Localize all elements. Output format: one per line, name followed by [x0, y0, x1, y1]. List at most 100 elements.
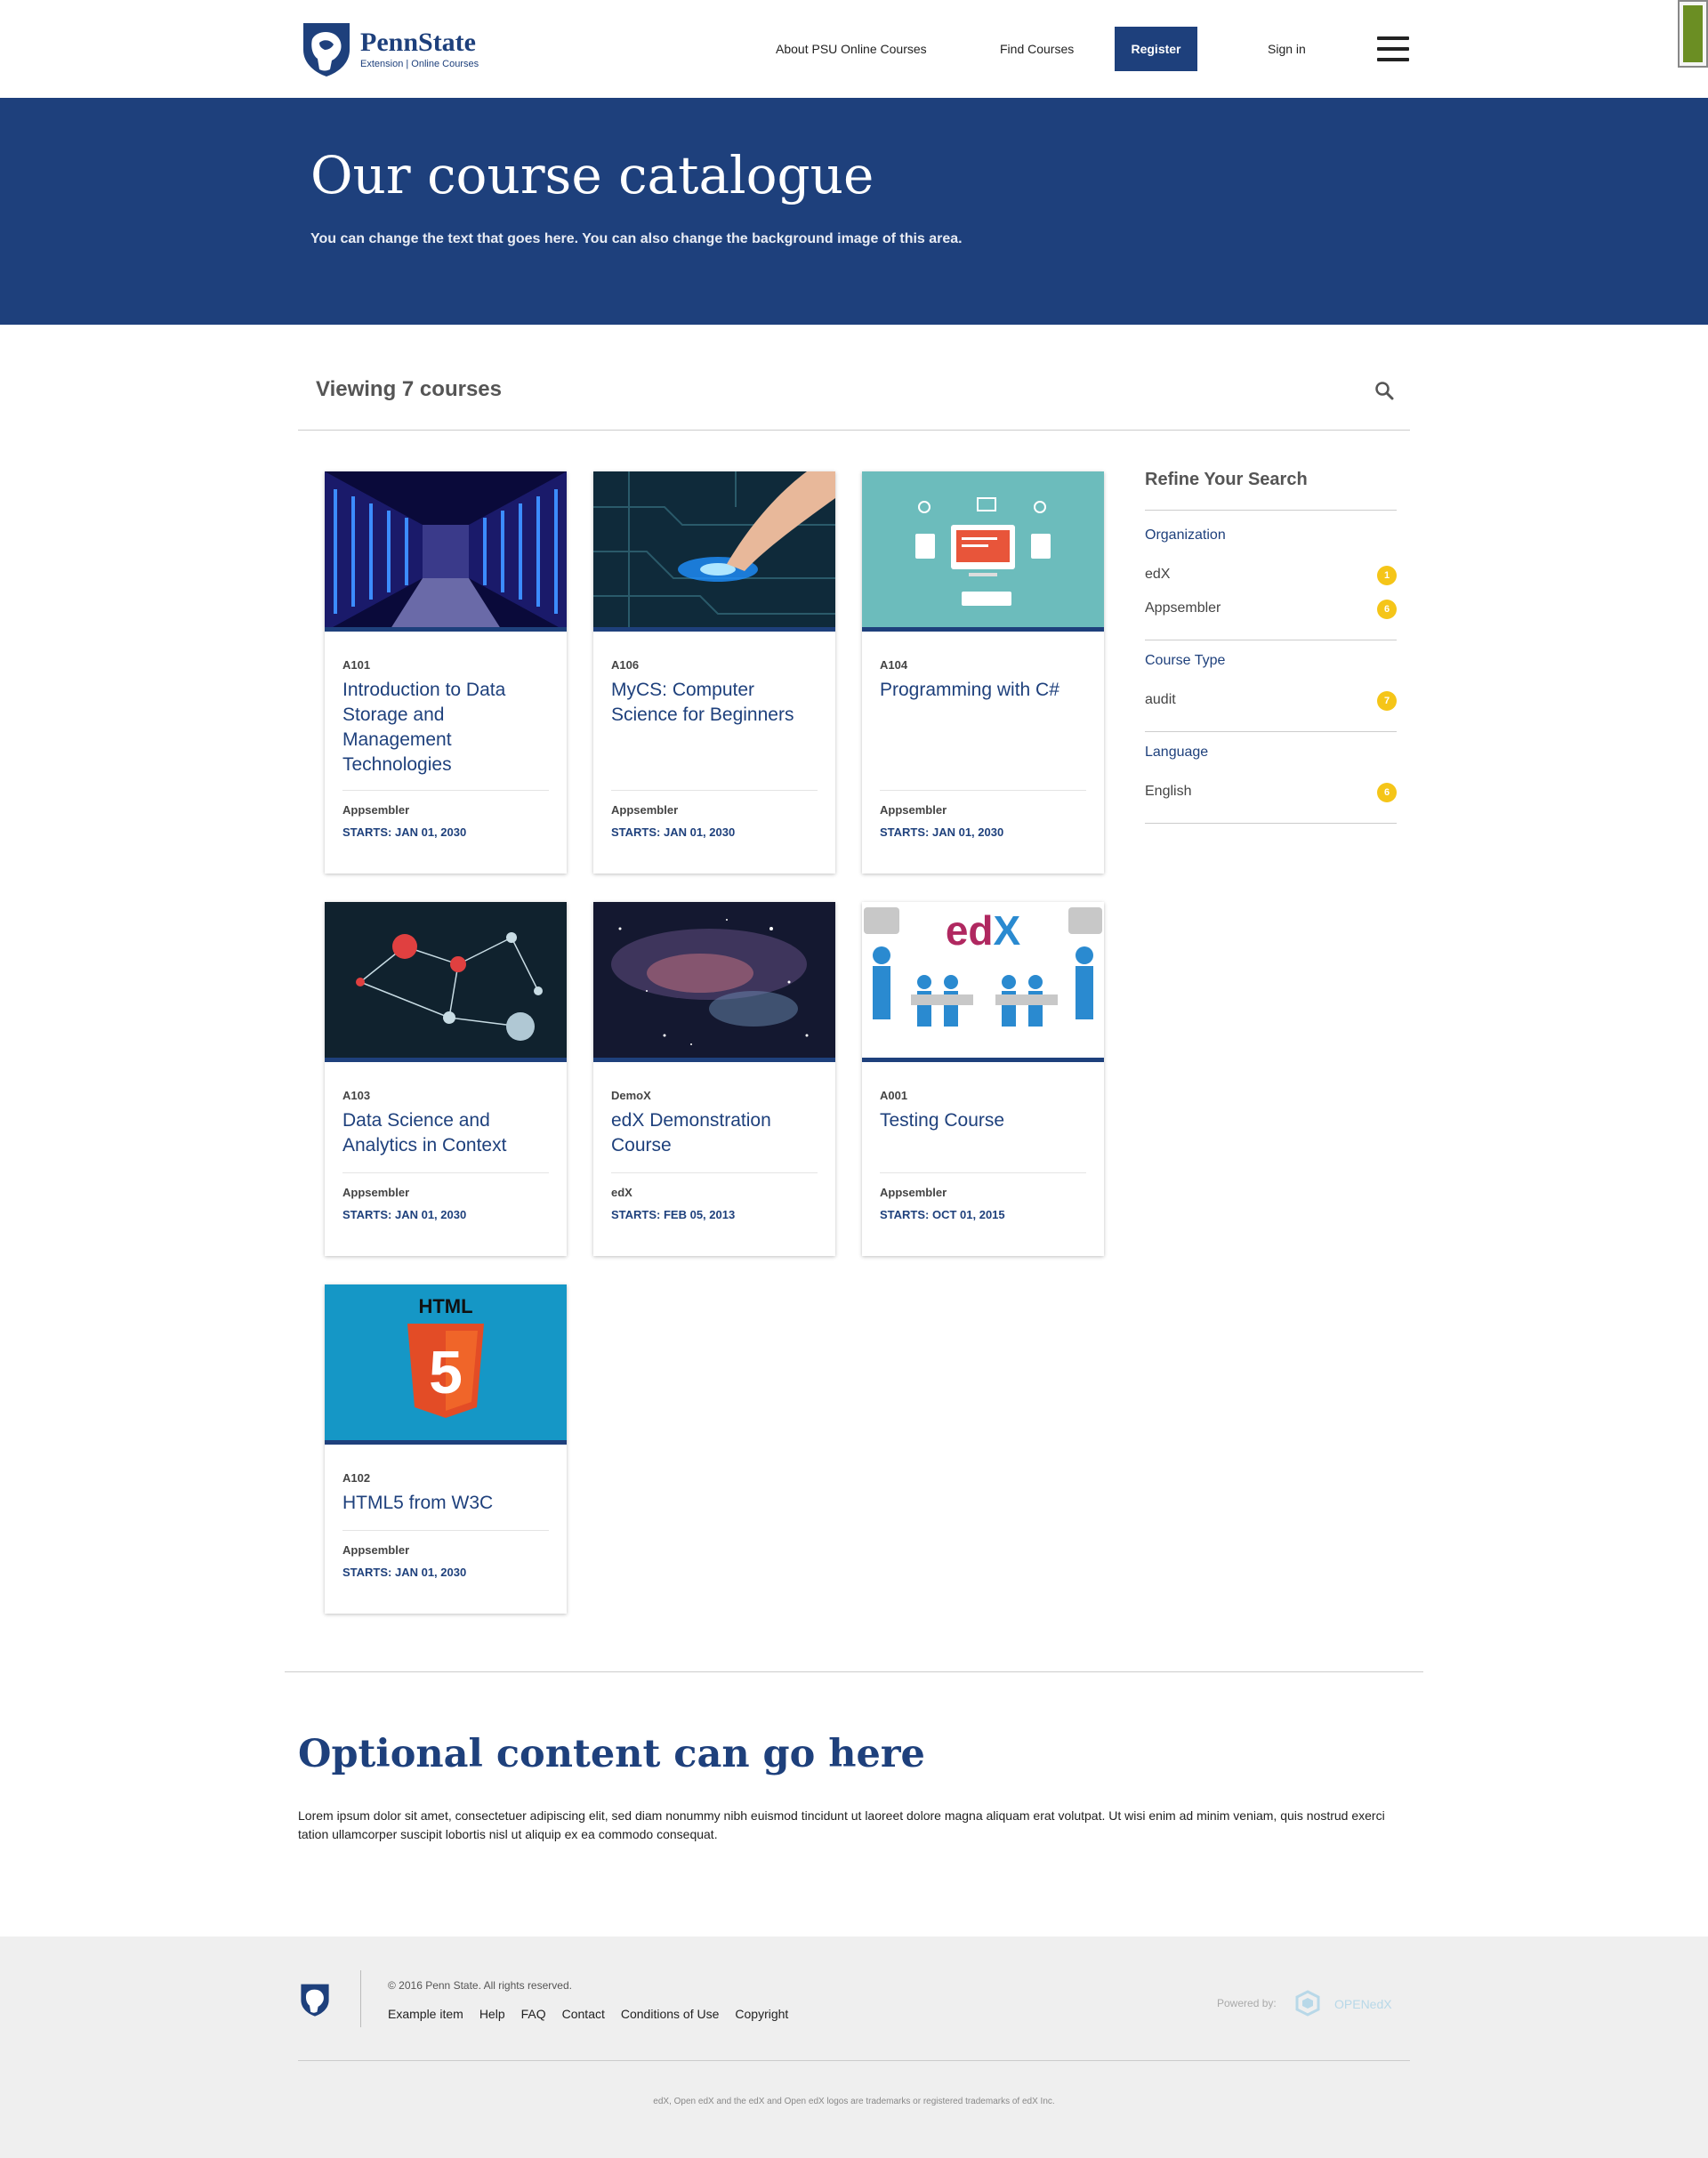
course-start-date: STARTS: FEB 05, 2013: [611, 1208, 736, 1221]
trademark-notice: edX, Open edX and the edX and Open edX l…: [653, 2097, 1055, 2106]
course-org: Appsembler: [342, 1543, 410, 1557]
facet-count-badge: 6: [1377, 600, 1397, 619]
hero-subtitle: You can change the text that goes here. …: [310, 231, 963, 246]
search-icon[interactable]: [1374, 381, 1394, 400]
course-org: Appsembler: [880, 1186, 947, 1199]
logo-wordmark: PennState: [360, 28, 476, 57]
divider: [1145, 823, 1397, 824]
divider: [298, 2060, 1410, 2061]
course-code: A001: [880, 1089, 908, 1102]
card-divider: [342, 790, 549, 791]
course-card[interactable]: HTML 5 A102 HTML5 from W3C Appsembler ST…: [325, 1284, 567, 1614]
facet-item-english[interactable]: English: [1145, 784, 1191, 800]
course-image: HTML 5: [325, 1284, 567, 1445]
register-button[interactable]: Register: [1115, 27, 1197, 71]
refine-search-heading: Refine Your Search: [1145, 470, 1308, 489]
optional-content-text: Lorem ipsum dolor sit amet, consectetuer…: [298, 1808, 1385, 1841]
hero-title: Our course catalogue: [310, 145, 874, 205]
course-org: Appsembler: [880, 803, 947, 817]
openedx-logo-text: OPENedX: [1334, 1997, 1392, 2011]
footer-link[interactable]: Conditions of Use: [621, 2007, 720, 2021]
divider: [298, 430, 1410, 431]
course-card[interactable]: A106 MyCS: Computer Science for Beginner…: [593, 471, 835, 874]
site-header: PennState Extension | Online Courses Abo…: [0, 0, 1708, 98]
card-divider: [880, 1172, 1086, 1173]
course-code: DemoX: [611, 1089, 651, 1102]
footer-link[interactable]: Copyright: [735, 2007, 788, 2021]
svg-text:HTML: HTML: [418, 1295, 472, 1317]
sign-in-link[interactable]: Sign in: [1268, 27, 1306, 71]
course-card[interactable]: A101 Introduction to Data Storage and Ma…: [325, 471, 567, 874]
card-divider: [342, 1172, 549, 1173]
footer-link[interactable]: Contact: [562, 2007, 605, 2021]
course-image: [593, 902, 835, 1062]
nav-about-link[interactable]: About PSU Online Courses: [776, 27, 927, 71]
facet-item-appsembler[interactable]: Appsembler: [1145, 600, 1221, 616]
svg-text:edX: edX: [946, 907, 1021, 954]
course-org: Appsembler: [342, 803, 410, 817]
hamburger-menu-icon[interactable]: [1377, 36, 1409, 61]
course-code: A103: [342, 1089, 371, 1102]
svg-text:5: 5: [429, 1339, 463, 1406]
footer-link[interactable]: Help: [479, 2007, 505, 2021]
course-org: Appsembler: [342, 1186, 410, 1199]
nittany-lion-shield-icon: [303, 23, 350, 76]
openedx-logo[interactable]: OPENedX: [1292, 1986, 1398, 2022]
card-divider: [611, 1172, 818, 1173]
debug-toolbar-tab[interactable]: [1678, 0, 1708, 68]
course-title[interactable]: Data Science and Analytics in Context: [342, 1108, 552, 1158]
hero-banner: Our course catalogue You can change the …: [0, 98, 1708, 325]
course-start-date: STARTS: JAN 01, 2030: [611, 825, 736, 839]
course-code: A104: [880, 658, 908, 672]
facet-item-audit[interactable]: audit: [1145, 692, 1176, 708]
course-start-date: STARTS: JAN 01, 2030: [342, 1208, 467, 1221]
course-code: A102: [342, 1471, 371, 1485]
course-title[interactable]: Testing Course: [880, 1108, 1089, 1133]
course-image: [862, 471, 1104, 632]
facet-heading-language: Language: [1145, 745, 1209, 760]
course-title[interactable]: HTML5 from W3C: [342, 1491, 552, 1516]
facet-heading-organization: Organization: [1145, 527, 1226, 543]
card-divider: [611, 790, 818, 791]
footer-links: Example item Help FAQ Contact Conditions…: [388, 2007, 788, 2021]
course-card[interactable]: edX A001 Testing Course Appsembler START…: [862, 902, 1104, 1256]
facet-count-badge: 7: [1377, 691, 1397, 711]
course-org: edX: [611, 1186, 632, 1199]
powered-by-label: Powered by:: [1217, 1997, 1277, 2009]
course-image: [325, 471, 567, 632]
nittany-lion-shield-icon[interactable]: [299, 1982, 331, 2017]
nav-find-courses-link[interactable]: Find Courses: [1000, 27, 1074, 71]
course-image: [593, 471, 835, 632]
divider: [1145, 731, 1397, 732]
course-start-date: STARTS: JAN 01, 2030: [880, 825, 1004, 839]
course-org: Appsembler: [611, 803, 679, 817]
divider: [1145, 510, 1397, 511]
facet-count-badge: 1: [1377, 566, 1397, 585]
divider: [360, 1970, 361, 2027]
facet-count-badge: 6: [1377, 783, 1397, 802]
course-code: A106: [611, 658, 640, 672]
site-footer: © 2016 Penn State. All rights reserved. …: [0, 1937, 1708, 2158]
card-divider: [342, 1530, 549, 1531]
course-card[interactable]: DemoX edX Demonstration Course edX START…: [593, 902, 835, 1256]
footer-link[interactable]: Example item: [388, 2007, 463, 2021]
course-title[interactable]: Programming with C#: [880, 678, 1089, 703]
course-start-date: STARTS: JAN 01, 2030: [342, 1566, 467, 1579]
course-start-date: STARTS: JAN 01, 2030: [342, 825, 467, 839]
pennstate-logo[interactable]: PennState Extension | Online Courses: [300, 20, 504, 78]
course-card[interactable]: A103 Data Science and Analytics in Conte…: [325, 902, 567, 1256]
course-title[interactable]: MyCS: Computer Science for Beginners: [611, 678, 820, 728]
facet-item-edx[interactable]: edX: [1145, 567, 1170, 583]
divider: [285, 1671, 1423, 1672]
card-divider: [880, 790, 1086, 791]
course-title[interactable]: edX Demonstration Course: [611, 1108, 820, 1158]
logo-subtitle: Extension | Online Courses: [360, 59, 479, 69]
course-code: A101: [342, 658, 371, 672]
optional-content-title: Optional content can go here: [298, 1732, 925, 1776]
course-image: edX: [862, 902, 1104, 1062]
course-title[interactable]: Introduction to Data Storage and Managem…: [342, 678, 552, 777]
course-start-date: STARTS: OCT 01, 2015: [880, 1208, 1005, 1221]
course-card[interactable]: A104 Programming with C# Appsembler STAR…: [862, 471, 1104, 874]
footer-link[interactable]: FAQ: [521, 2007, 546, 2021]
copyright-text: © 2016 Penn State. All rights reserved.: [388, 1979, 572, 1992]
